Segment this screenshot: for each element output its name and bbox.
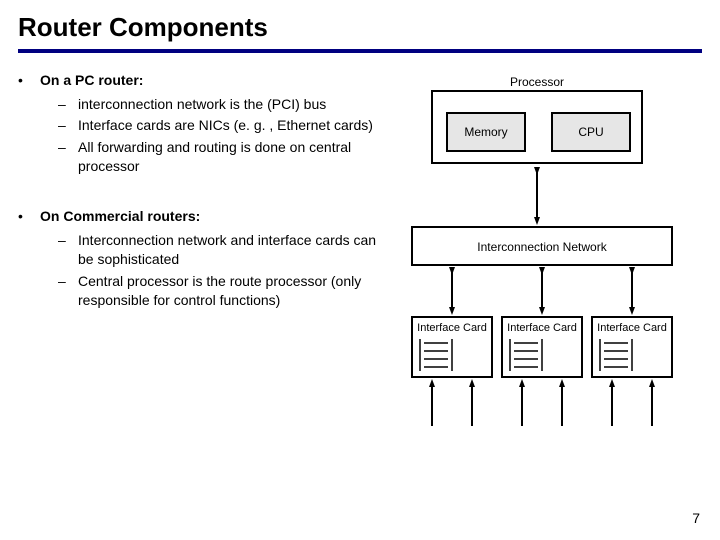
- bullet-item: – interconnection network is the (PCI) b…: [58, 95, 394, 115]
- bullet-item: – Interconnection network and interface …: [58, 231, 394, 270]
- ifcard-label: Interface Card: [417, 322, 487, 334]
- interface-card-1: Interface Card: [412, 317, 492, 377]
- cpu-label: CPU: [578, 125, 603, 139]
- dash-mark: –: [58, 138, 78, 177]
- bullet-mark: •: [18, 71, 40, 91]
- title-underline: [18, 49, 702, 53]
- processor-label: Processor: [510, 75, 564, 89]
- interface-card-2: Interface Card: [502, 317, 582, 377]
- paragraph-gap: [18, 179, 394, 207]
- interface-card-3: Interface Card: [592, 317, 672, 377]
- bullet-text: Central processor is the route processor…: [78, 272, 394, 311]
- bullet-text: Interconnection network and interface ca…: [78, 231, 394, 270]
- memory-label: Memory: [464, 125, 507, 139]
- bullet-text: On a PC router:: [40, 71, 394, 91]
- bullet-item: – Central processor is the route process…: [58, 272, 394, 311]
- interconnect-label: Interconnection Network: [477, 240, 607, 254]
- bullet-text: All forwarding and routing is done on ce…: [78, 138, 394, 177]
- slide: Router Components • On a PC router: – in…: [0, 0, 720, 540]
- bullet-item: – Interface cards are NICs (e. g. , Ethe…: [58, 116, 394, 136]
- router-diagram: Processor Memory CPU Interconnection Net…: [402, 71, 702, 461]
- bullet-group-1-head: • On a PC router:: [18, 71, 394, 91]
- dash-mark: –: [58, 116, 78, 136]
- page-number: 7: [692, 510, 700, 526]
- ifcard-label: Interface Card: [597, 322, 667, 334]
- diagram-column: Processor Memory CPU Interconnection Net…: [402, 71, 702, 461]
- bullet-item: – All forwarding and routing is done on …: [58, 138, 394, 177]
- content-columns: • On a PC router: – interconnection netw…: [18, 71, 702, 461]
- text-column: • On a PC router: – interconnection netw…: [18, 71, 394, 461]
- dash-mark: –: [58, 272, 78, 311]
- bullet-group-2-head: • On Commercial routers:: [18, 207, 394, 227]
- dash-mark: –: [58, 95, 78, 115]
- ifcard-label: Interface Card: [507, 322, 577, 334]
- bullet-mark: •: [18, 207, 40, 227]
- page-title: Router Components: [18, 12, 702, 43]
- dash-mark: –: [58, 231, 78, 270]
- bullet-text: interconnection network is the (PCI) bus: [78, 95, 394, 115]
- bullet-text: Interface cards are NICs (e. g. , Ethern…: [78, 116, 394, 136]
- bullet-text: On Commercial routers:: [40, 207, 394, 227]
